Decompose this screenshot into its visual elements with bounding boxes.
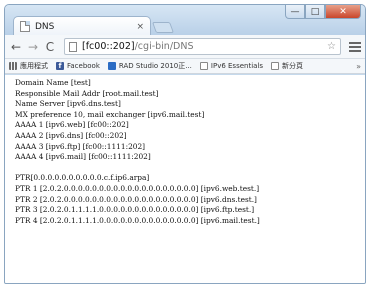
bookmarks-overflow-icon[interactable]: » [356,62,361,71]
bookmark-ipv6-essentials[interactable]: IPv6 Essentials [199,62,264,70]
bookmarks-bar: 應用程式 f Facebook RAD Studio 2010正... IPv6… [5,59,365,74]
back-arrow-icon[interactable]: ← [9,40,23,54]
bookmark-label: 應用程式 [20,62,48,70]
dns-line: PTR 4 [2.0.2.0.1.1.1.1.0.0.0.0.0.0.0.0.0… [15,215,260,225]
tab-close-icon[interactable]: × [136,22,144,32]
dns-line: MX preference 10, mail exchanger [ipv6.m… [15,109,205,119]
dns-line: Responsible Mail Addr [root.mail.test] [15,88,159,98]
address-bar[interactable]: [fc00::202]/cgi-bin/DNS ☆ [64,38,341,55]
dns-line: PTR 3 [2.0.2.0.1.1.1.1.0.0.0.0.0.0.0.0.0… [15,205,255,215]
dns-line: Domain Name [test] [15,78,91,87]
maximize-button[interactable]: □ [305,5,325,19]
dns-line: AAAA 4 [ipv6.mail] [fc00::1111:202] [15,152,151,162]
dns-line: PTR 1 [2.0.2.0.0.0.0.0.0.0.0.0.0.0.0.0.0… [15,183,260,193]
bookmark-facebook[interactable]: f Facebook [56,62,100,70]
url-host: [fc00::202] [82,41,135,52]
facebook-icon: f [56,62,64,70]
page-icon [199,62,208,70]
tab-dns[interactable]: DNS × [13,16,151,36]
bookmark-label: RAD Studio 2010正... [118,62,192,70]
navigation-toolbar: ← → C [fc00::202]/cgi-bin/DNS ☆ [5,35,365,59]
dns-line: AAAA 3 [ipv6.ftp] [fc00::1111:202] [15,141,146,151]
bookmark-new-tab[interactable]: 新分頁 [271,61,303,71]
bookmark-label: 新分頁 [282,62,304,70]
tab-strip: DNS × — □ ✕ [5,5,365,36]
dns-line: PTR 2 [2.0.2.0.0.0.0.0.0.0.0.0.0.0.0.0.0… [15,194,257,204]
bookmark-star-icon[interactable]: ☆ [327,41,336,52]
dns-line: PTR[0.0.0.0.0.0.0.0.0.0.c.f.ip6.arpa] [15,173,150,183]
window-controls: — □ ✕ [285,5,361,19]
apps-grid-icon [9,62,17,70]
reload-icon[interactable]: C [43,40,57,54]
forward-arrow-icon[interactable]: → [26,40,40,54]
page-icon [271,62,280,70]
rad-studio-icon [107,62,116,70]
browser-window: DNS × — □ ✕ ← → C [fc00::202]/cgi-bin/DN… [4,4,366,284]
menu-icon[interactable] [349,41,361,52]
dns-line: Name Server [ipv6.dns.test] [15,99,121,109]
url-path: /cgi-bin/DNS [134,41,194,52]
dns-line: AAAA 1 [ipv6.web] [fc00::202] [15,120,129,130]
bookmark-rad-studio[interactable]: RAD Studio 2010正... [107,61,192,71]
bookmark-label: IPv6 Essentials [210,62,264,70]
close-window-button[interactable]: ✕ [325,5,361,19]
minimize-button[interactable]: — [285,5,305,19]
bookmark-apps[interactable]: 應用程式 [9,61,48,71]
bookmark-label: Facebook [67,62,100,70]
dns-line: AAAA 2 [ipv6.dns] [fc00::202] [15,130,127,140]
tab-title: DNS [35,21,55,32]
new-tab-button[interactable] [151,22,175,33]
page-content: Domain Name [test] Responsible Mail Addr… [5,75,365,283]
page-favicon-icon [20,21,30,32]
page-icon [69,41,77,52]
